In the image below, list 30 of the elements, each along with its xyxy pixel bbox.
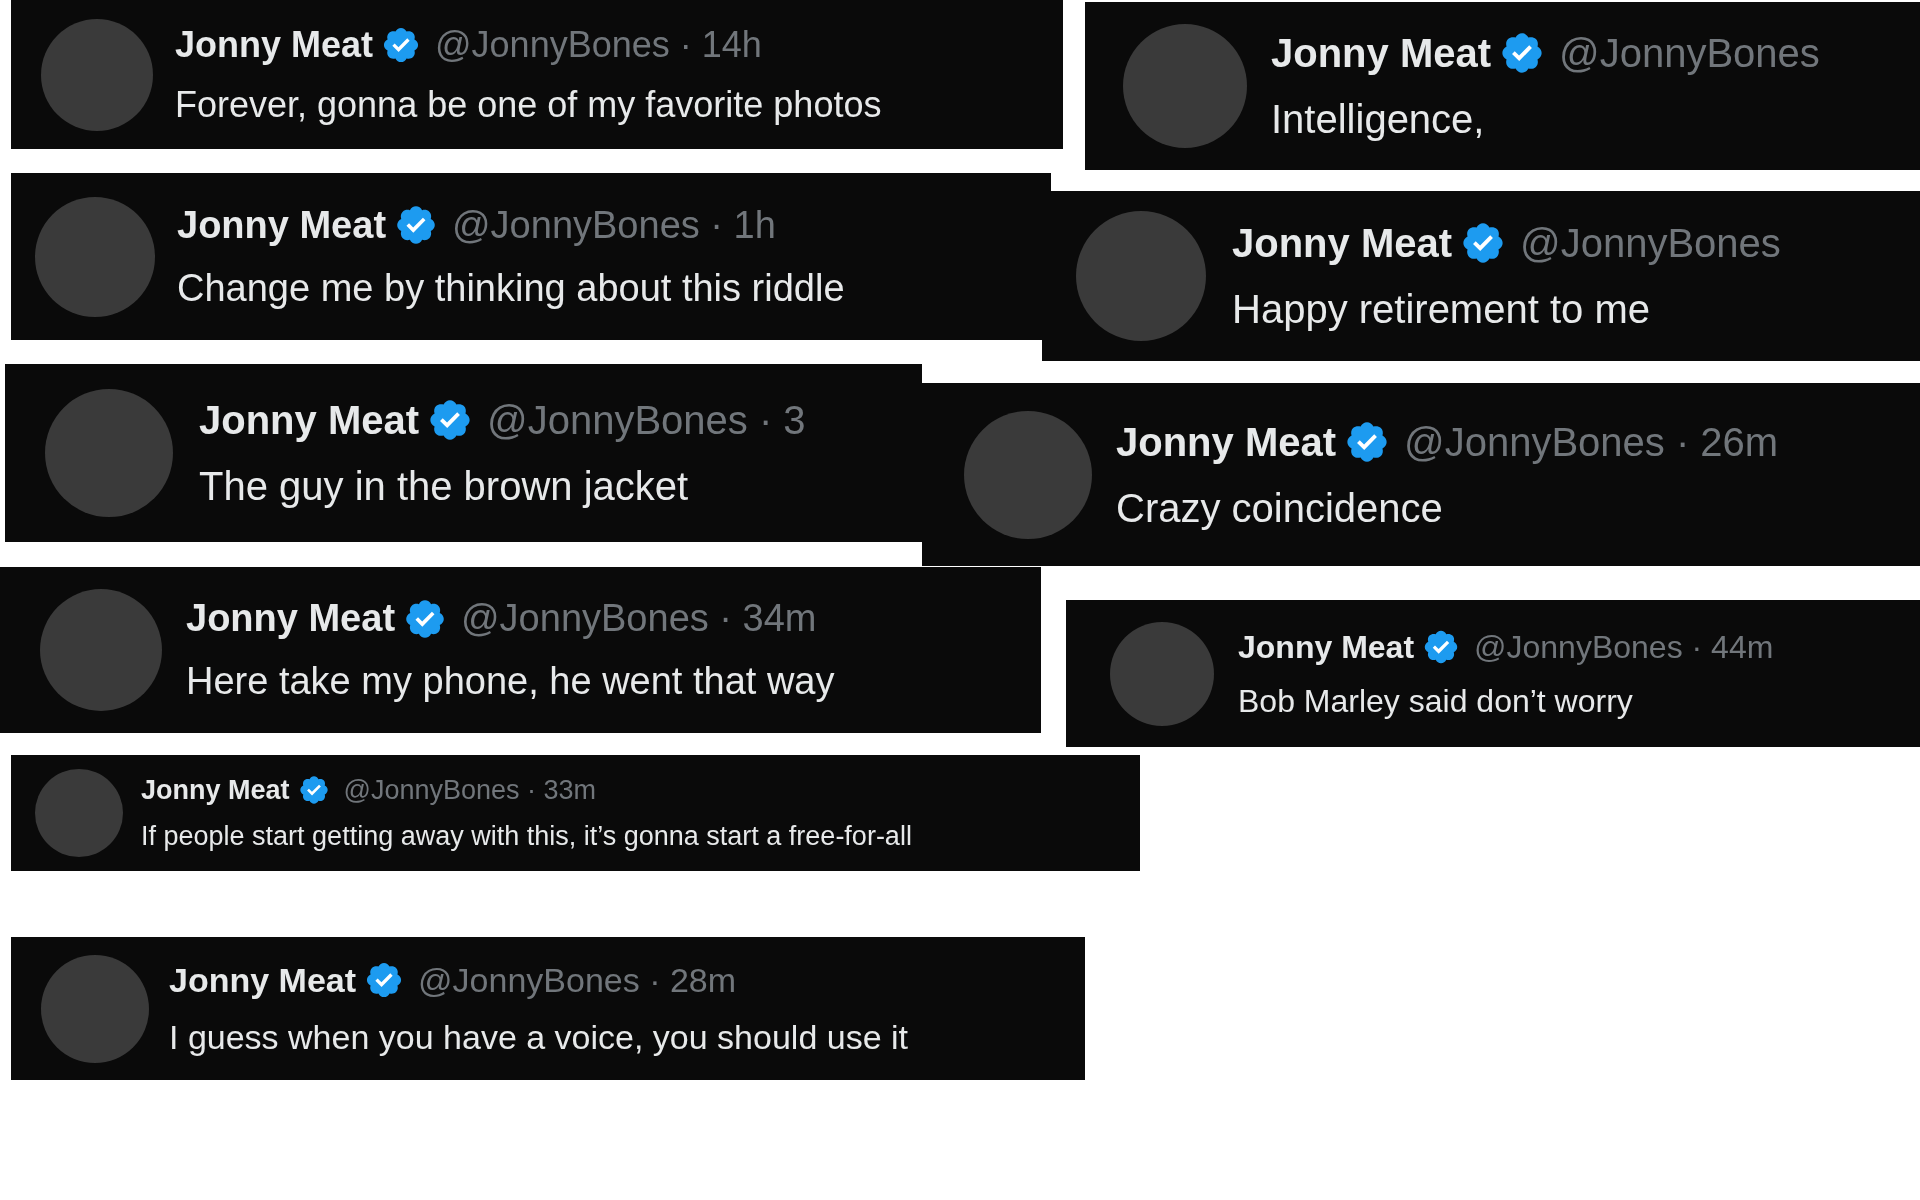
handle-and-time: @JonnyBones · 26m (1404, 418, 1779, 466)
handle-and-time: @JonnyBones · 33m (343, 773, 597, 807)
tweet-text: Change me by thinking about this riddle (177, 265, 845, 311)
display-name: Jonny Meat (1232, 220, 1453, 267)
tweet-text: Happy retirement to me (1232, 286, 1651, 333)
handle-and-time: @JonnyBones · 3 (487, 397, 806, 444)
tweet-text: Intelligence, (1271, 96, 1486, 143)
display-name: Jonny Meat (1271, 30, 1492, 77)
tweet-text: Crazy coincidence (1116, 484, 1444, 532)
display-name: Jonny Meat (169, 959, 357, 1001)
handle-and-time: @JonnyBones · 44m (1474, 627, 1774, 667)
display-name: Jonny Meat (175, 22, 374, 67)
handle-and-time: @JonnyBones · 34m (461, 596, 817, 641)
display-name: Jonny Meat (199, 397, 420, 444)
handle-and-time: @JonnyBones (1559, 30, 1820, 77)
display-name: Jonny Meat (177, 202, 387, 248)
display-name: Jonny Meat (186, 596, 396, 641)
tweet-text: Here take my phone, he went that way (186, 659, 835, 704)
tweet-text: The guy in the brown jacket (199, 463, 690, 510)
display-name: Jonny Meat (141, 773, 290, 807)
handle-and-time: @JonnyBones · 28m (418, 959, 737, 1001)
tweet-text: If people start getting away with this, it’s gonna start a free-for-all (141, 820, 912, 853)
display-name: Jonny Meat (1238, 627, 1415, 667)
display-name: Jonny Meat (1116, 418, 1337, 466)
tweet-text: Forever, gonna be one of my favorite photos (175, 82, 882, 127)
tweet-text: I guess when you have a voice, you should use it (169, 1016, 909, 1058)
tweet-text: Bob Marley said don’t worry (1238, 681, 1634, 721)
handle-and-time: @JonnyBones (1520, 220, 1781, 267)
handle-and-time: @JonnyBones · 14h (435, 22, 762, 67)
handle-and-time: @JonnyBones · 1h (452, 202, 776, 248)
